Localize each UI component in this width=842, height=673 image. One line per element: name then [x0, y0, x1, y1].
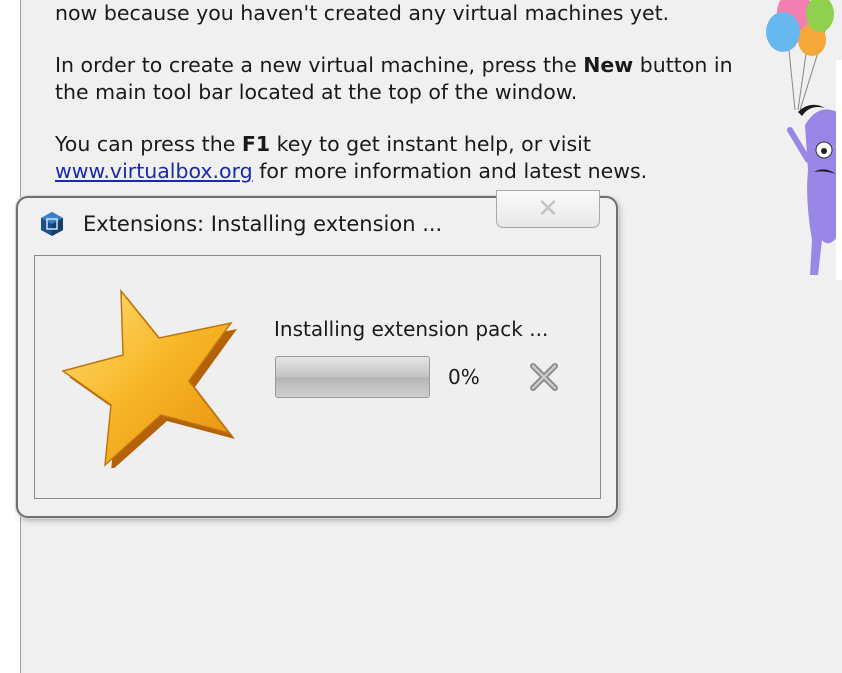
welcome-paragraph-help: You can press the F1 key to get instant …: [55, 131, 755, 185]
progress-percent: 0%: [448, 365, 480, 389]
welcome-fragment: now because you haven't created any virt…: [55, 1, 670, 25]
dialog-body: Installing extension pack ... 0%: [34, 255, 601, 499]
welcome-message: now because you haven't created any virt…: [55, 0, 755, 210]
virtualbox-cube-icon: [41, 212, 63, 236]
dialog-title: Extensions: Installing extension ...: [83, 212, 443, 236]
status-label: Installing extension pack ...: [274, 317, 549, 341]
welcome-text-part: In order to create a new virtual machine…: [55, 53, 584, 77]
star-icon: [61, 288, 237, 468]
virtualbox-link[interactable]: www.virtualbox.org: [55, 159, 253, 183]
new-keyword: New: [583, 53, 634, 77]
close-icon: ✕: [537, 194, 559, 224]
close-button[interactable]: ✕: [496, 190, 600, 228]
mascot-with-balloons-icon: [766, 0, 842, 280]
welcome-line-1: now because you haven't created any virt…: [55, 0, 755, 27]
welcome-text-part: You can press the: [55, 132, 242, 156]
welcome-text-part: key to get instant help, or visit: [270, 132, 591, 156]
welcome-paragraph-create: In order to create a new virtual machine…: [55, 52, 755, 106]
cancel-button[interactable]: [527, 360, 561, 394]
cancel-x-icon: [530, 363, 558, 391]
install-extension-dialog: Extensions: Installing extension ... ✕ I…: [16, 190, 618, 518]
main-pane: now because you haven't created any virt…: [0, 0, 842, 673]
progress-bar: [275, 356, 430, 398]
f1-keyword: F1: [241, 132, 271, 156]
welcome-text-part: for more information and latest news.: [252, 159, 648, 183]
